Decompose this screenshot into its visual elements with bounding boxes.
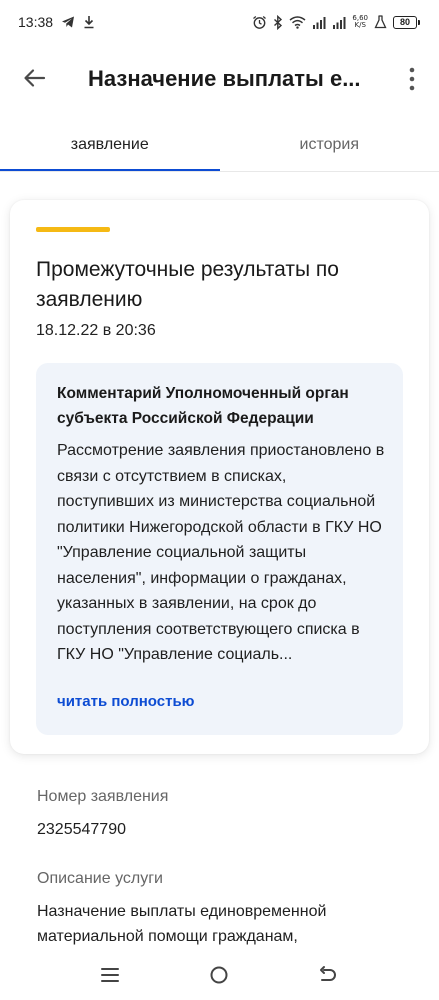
card-date: 18.12.22 в 20:36 bbox=[36, 322, 156, 339]
application-number-value: 2325547790 bbox=[37, 821, 126, 838]
telegram-icon bbox=[61, 15, 75, 29]
back-button[interactable] bbox=[22, 65, 48, 91]
tab-application-label: заявление bbox=[70, 136, 149, 153]
bluetooth-icon bbox=[273, 14, 283, 30]
battery-icon: 80 bbox=[393, 15, 420, 29]
more-options-button[interactable] bbox=[404, 66, 420, 92]
signal-icon bbox=[332, 16, 346, 29]
back-nav-icon bbox=[320, 966, 336, 981]
tab-bar: заявление история bbox=[0, 118, 439, 172]
flask-icon bbox=[374, 15, 387, 29]
service-description-label: Описание услуги bbox=[37, 870, 163, 887]
status-card: Промежуточные результаты по заявлению 18… bbox=[10, 200, 429, 754]
page-title: Назначение выплаты е... bbox=[88, 66, 361, 91]
read-more-link[interactable]: читать полностью bbox=[57, 693, 194, 710]
download-icon bbox=[83, 15, 95, 29]
accent-bar bbox=[36, 227, 110, 232]
back-nav-button[interactable] bbox=[317, 964, 339, 986]
tab-application[interactable]: заявление bbox=[0, 118, 220, 172]
tabs-divider bbox=[0, 171, 439, 172]
tab-history-label: история bbox=[299, 136, 359, 153]
status-bar: 13:38 6,60 K/S 80 bbox=[0, 0, 439, 44]
card-title: Промежуточные результаты по заявлению bbox=[36, 258, 339, 311]
alarm-icon bbox=[252, 15, 267, 30]
tab-history[interactable]: история bbox=[220, 118, 439, 172]
arrow-left-icon bbox=[24, 69, 46, 87]
recent-apps-button[interactable] bbox=[99, 964, 121, 986]
signal-icon bbox=[312, 16, 326, 29]
wifi-icon bbox=[289, 15, 306, 29]
battery-level: 80 bbox=[399, 17, 410, 27]
application-number-label: Номер заявления bbox=[37, 788, 169, 805]
service-description-value: Назначение выплаты единовременной матери… bbox=[37, 903, 327, 945]
network-speed: 6,60 K/S bbox=[352, 15, 368, 29]
network-speed-unit: K/S bbox=[354, 21, 366, 29]
home-button[interactable] bbox=[208, 964, 230, 986]
comment-title: Комментарий Уполномоченный орган субъект… bbox=[57, 385, 349, 427]
comment-box: Комментарий Уполномоченный орган субъект… bbox=[36, 363, 403, 735]
app-header: Назначение выплаты е... bbox=[0, 44, 439, 114]
status-time: 13:38 bbox=[18, 14, 54, 30]
menu-icon bbox=[101, 968, 119, 982]
system-nav-bar bbox=[0, 950, 439, 1000]
home-circle-icon bbox=[210, 966, 228, 984]
more-vertical-icon bbox=[409, 67, 415, 91]
comment-body: Рассмотрение заявления приостановлено в … bbox=[57, 442, 385, 663]
